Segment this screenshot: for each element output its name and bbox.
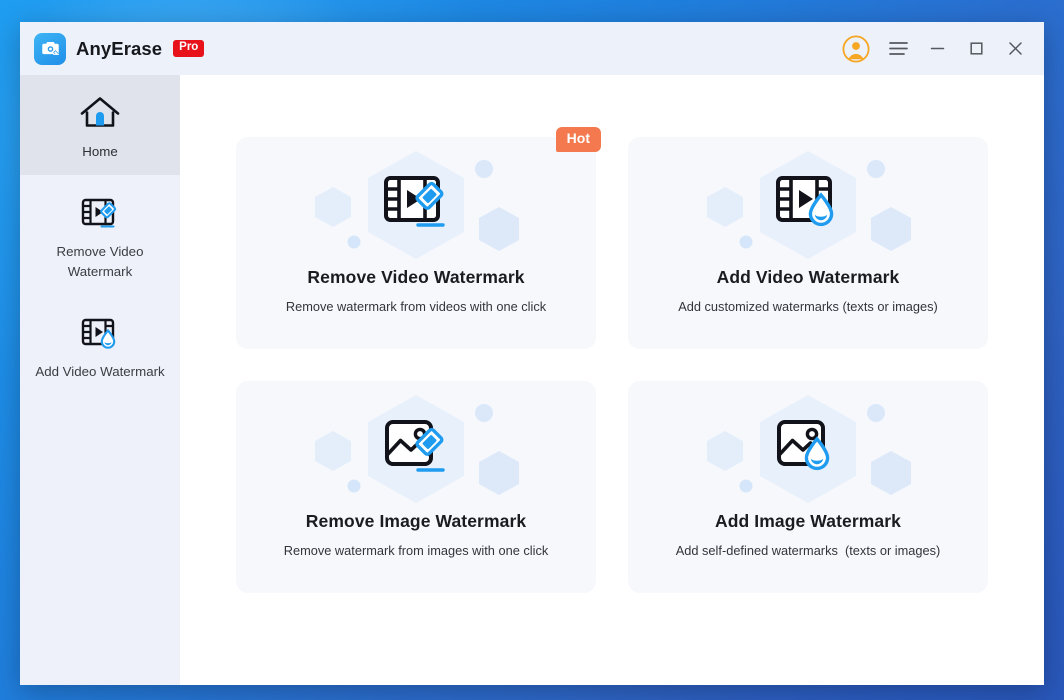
main-content: Hot Remove Video Watermark Remove waterm… [180,75,1044,685]
card-title: Remove Image Watermark [305,511,527,531]
image-eraser-icon [378,412,454,487]
card-artwork [236,145,596,265]
minimize-icon[interactable] [926,38,948,60]
maximize-icon[interactable] [965,38,987,60]
card-artwork [236,389,596,509]
sidebar-item-label: Remove Video Watermark [56,244,144,279]
home-icon [28,91,172,137]
sidebar-item-add-video-watermark[interactable]: Add Video Watermark [20,295,180,395]
sidebar: Home Remove Video Watermark Add Video Wa… [20,75,180,685]
window-controls [842,34,1026,63]
card-subtitle: Remove watermark from images with one cl… [283,543,549,558]
app-logo-icon [34,32,66,65]
title-bar: AnyErase Pro [20,22,1044,75]
card-add-video-watermark[interactable]: Add Video Watermark Add customized water… [628,137,988,349]
video-droplet-icon [770,168,846,243]
app-name: AnyErase [76,37,163,59]
hamburger-menu-icon[interactable] [887,38,909,60]
sidebar-item-remove-video-watermark[interactable]: Remove Video Watermark [20,175,180,295]
card-remove-image-watermark[interactable]: Remove Image Watermark Remove watermark … [236,381,596,593]
card-title: Add Video Watermark [716,267,900,287]
card-title: Add Image Watermark [714,511,902,531]
sidebar-item-home[interactable]: Home [20,75,180,176]
sidebar-item-label: Add Video Watermark [35,363,165,379]
card-title: Remove Video Watermark [307,267,525,287]
card-artwork [628,389,988,509]
card-artwork [628,145,988,265]
sidebar-item-label: Home [82,144,118,159]
close-icon[interactable] [1004,38,1026,60]
pro-badge: Pro [173,40,205,57]
card-add-image-watermark[interactable]: Add Image Watermark Add self-defined wat… [628,381,988,593]
app-window: AnyErase Pro Home Remove Video Watermark… [20,22,1044,685]
hot-badge: Hot [555,127,601,152]
app-body: Home Remove Video Watermark Add Video Wa… [20,75,1044,685]
card-remove-video-watermark[interactable]: Hot Remove Video Watermark Remove waterm… [236,127,601,349]
feature-card-grid: Hot Remove Video Watermark Remove waterm… [236,127,988,593]
card-subtitle: Remove watermark from videos with one cl… [285,299,547,314]
card-subtitle: Add self-defined watermarks (texts or im… [675,543,941,558]
card-subtitle: Add customized watermarks (texts or imag… [678,299,938,314]
app-brand: AnyErase Pro [34,32,205,65]
remove-video-watermark-icon [28,191,172,237]
account-avatar-icon[interactable] [842,34,870,63]
add-video-watermark-icon [28,311,172,357]
video-eraser-icon [378,168,454,243]
image-droplet-icon [770,412,846,487]
